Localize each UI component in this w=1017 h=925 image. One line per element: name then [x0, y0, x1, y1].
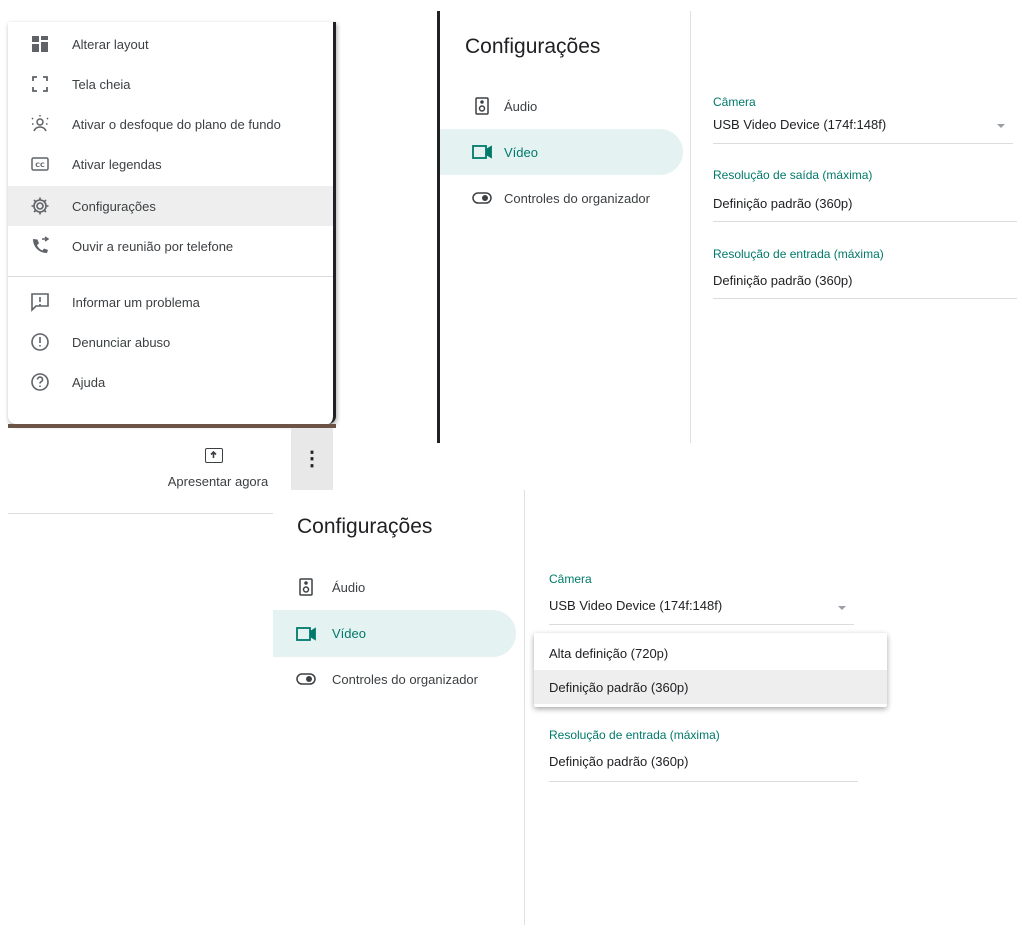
- help-icon: [29, 371, 51, 393]
- more-options-button[interactable]: ⋮: [291, 428, 333, 490]
- option-label: Definição padrão (360p): [549, 679, 689, 695]
- output-resolution-select[interactable]: Definição padrão (360p): [713, 196, 852, 211]
- output-resolution-underline: [713, 221, 1017, 222]
- phone-audio-icon: [29, 235, 51, 257]
- camera-select[interactable]: USB Video Device (174f:148f): [549, 598, 722, 613]
- settings-title: Configurações: [297, 515, 433, 538]
- nav-item-label: Vídeo: [504, 144, 538, 160]
- more-vert-icon: ⋮: [302, 448, 322, 470]
- speaker-icon: [471, 95, 493, 117]
- present-now-label: Apresentar agora: [167, 474, 269, 489]
- present-now-button[interactable]: Apresentar agora: [148, 446, 288, 496]
- menu-item-phone-audio[interactable]: Ouvir a reunião por telefone: [8, 226, 333, 266]
- input-resolution-underline: [713, 298, 1017, 299]
- menu-item-label: Tela cheia: [72, 76, 131, 92]
- menu-item-label: Denunciar abuso: [72, 334, 171, 350]
- settings-dialog-video: Configurações Áudio Vídeo Controles do o…: [437, 11, 1017, 443]
- toggle-icon: [295, 668, 317, 690]
- video-icon: [295, 623, 317, 645]
- input-resolution-label: Resolução de entrada (máxima): [549, 728, 720, 742]
- settings-divider: [524, 490, 525, 925]
- input-resolution-select[interactable]: Definição padrão (360p): [713, 273, 852, 288]
- menu-item-background-blur[interactable]: Ativar o desfoque do plano de fundo: [8, 104, 333, 144]
- input-resolution-select[interactable]: Definição padrão (360p): [549, 754, 688, 769]
- output-resolution-label: Resolução de saída (máxima): [713, 168, 873, 182]
- video-icon: [471, 141, 493, 163]
- report-problem-icon: [29, 291, 51, 313]
- nav-item-label: Controles do organizador: [332, 671, 478, 687]
- menu-item-label: Ajuda: [72, 374, 106, 390]
- settings-divider: [690, 11, 691, 443]
- overflow-menu: Alterar layout Tela cheia Ativar o desfo…: [8, 22, 336, 424]
- settings-title: Configurações: [465, 35, 601, 58]
- report-abuse-icon: [29, 331, 51, 353]
- toggle-icon: [471, 187, 493, 209]
- nav-item-label: Áudio: [504, 98, 538, 114]
- camera-label: Câmera: [549, 572, 592, 586]
- menu-item-label: Informar um problema: [72, 294, 200, 310]
- menu-item-captions[interactable]: CC Ativar legendas: [8, 144, 333, 184]
- output-resolution-dropdown: Alta definição (720p) Definição padrão (…: [534, 633, 887, 707]
- dropdown-option-360p[interactable]: Definição padrão (360p): [534, 670, 887, 704]
- fullscreen-icon: [29, 73, 51, 95]
- nav-item-label: Vídeo: [332, 626, 366, 641]
- nav-item-label: Controles do organizador: [504, 190, 650, 206]
- speaker-icon: [295, 576, 317, 598]
- menu-item-fullscreen[interactable]: Tela cheia: [8, 64, 333, 104]
- menu-item-help[interactable]: Ajuda: [8, 362, 333, 402]
- gear-icon: [29, 195, 51, 217]
- menu-item-report-problem[interactable]: Informar um problema: [8, 282, 333, 322]
- camera-underline: [713, 143, 1013, 144]
- menu-item-label: Ativar legendas: [72, 156, 162, 172]
- input-resolution-label: Resolução de entrada (máxima): [713, 247, 884, 261]
- chevron-down-icon: [997, 124, 1005, 128]
- menu-item-label: Ativar o desfoque do plano de fundo: [72, 116, 281, 132]
- menu-item-change-layout[interactable]: Alterar layout: [8, 24, 333, 64]
- nav-item-video[interactable]: Vídeo: [440, 129, 683, 175]
- menu-item-label: Configurações: [72, 198, 156, 214]
- camera-label: Câmera: [713, 95, 756, 109]
- present-screen-icon: [205, 448, 223, 463]
- menu-item-report-abuse[interactable]: Denunciar abuso: [8, 322, 333, 362]
- menu-divider: [8, 276, 333, 277]
- menu-item-label: Ouvir a reunião por telefone: [72, 238, 234, 254]
- nav-item-audio[interactable]: Áudio: [273, 564, 516, 610]
- nav-item-host-controls[interactable]: Controles do organizador: [440, 175, 683, 221]
- option-label: Alta definição (720p): [549, 645, 669, 661]
- meeting-overflow-menu-panel: Alterar layout Tela cheia Ativar o desfo…: [0, 0, 340, 520]
- menu-item-settings[interactable]: Configurações: [8, 186, 333, 226]
- input-resolution-underline: [549, 781, 858, 782]
- settings-dialog-video-dropdown: Configurações Áudio Vídeo Controles do o…: [273, 490, 887, 925]
- svg-text:CC: CC: [35, 161, 45, 169]
- menu-item-label: Alterar layout: [72, 36, 149, 52]
- dropdown-option-720p[interactable]: Alta definição (720p): [534, 636, 887, 670]
- camera-select[interactable]: USB Video Device (174f:148f): [713, 117, 886, 132]
- nav-item-audio[interactable]: Áudio: [440, 83, 683, 129]
- nav-item-video[interactable]: Vídeo: [273, 610, 516, 657]
- nav-item-label: Áudio: [332, 579, 366, 595]
- camera-underline: [549, 624, 854, 625]
- chevron-down-icon: [838, 606, 846, 610]
- nav-item-host-controls[interactable]: Controles do organizador: [273, 656, 516, 702]
- layout-icon: [29, 33, 51, 55]
- captions-icon: CC: [29, 153, 51, 175]
- background-blur-icon: [29, 113, 51, 135]
